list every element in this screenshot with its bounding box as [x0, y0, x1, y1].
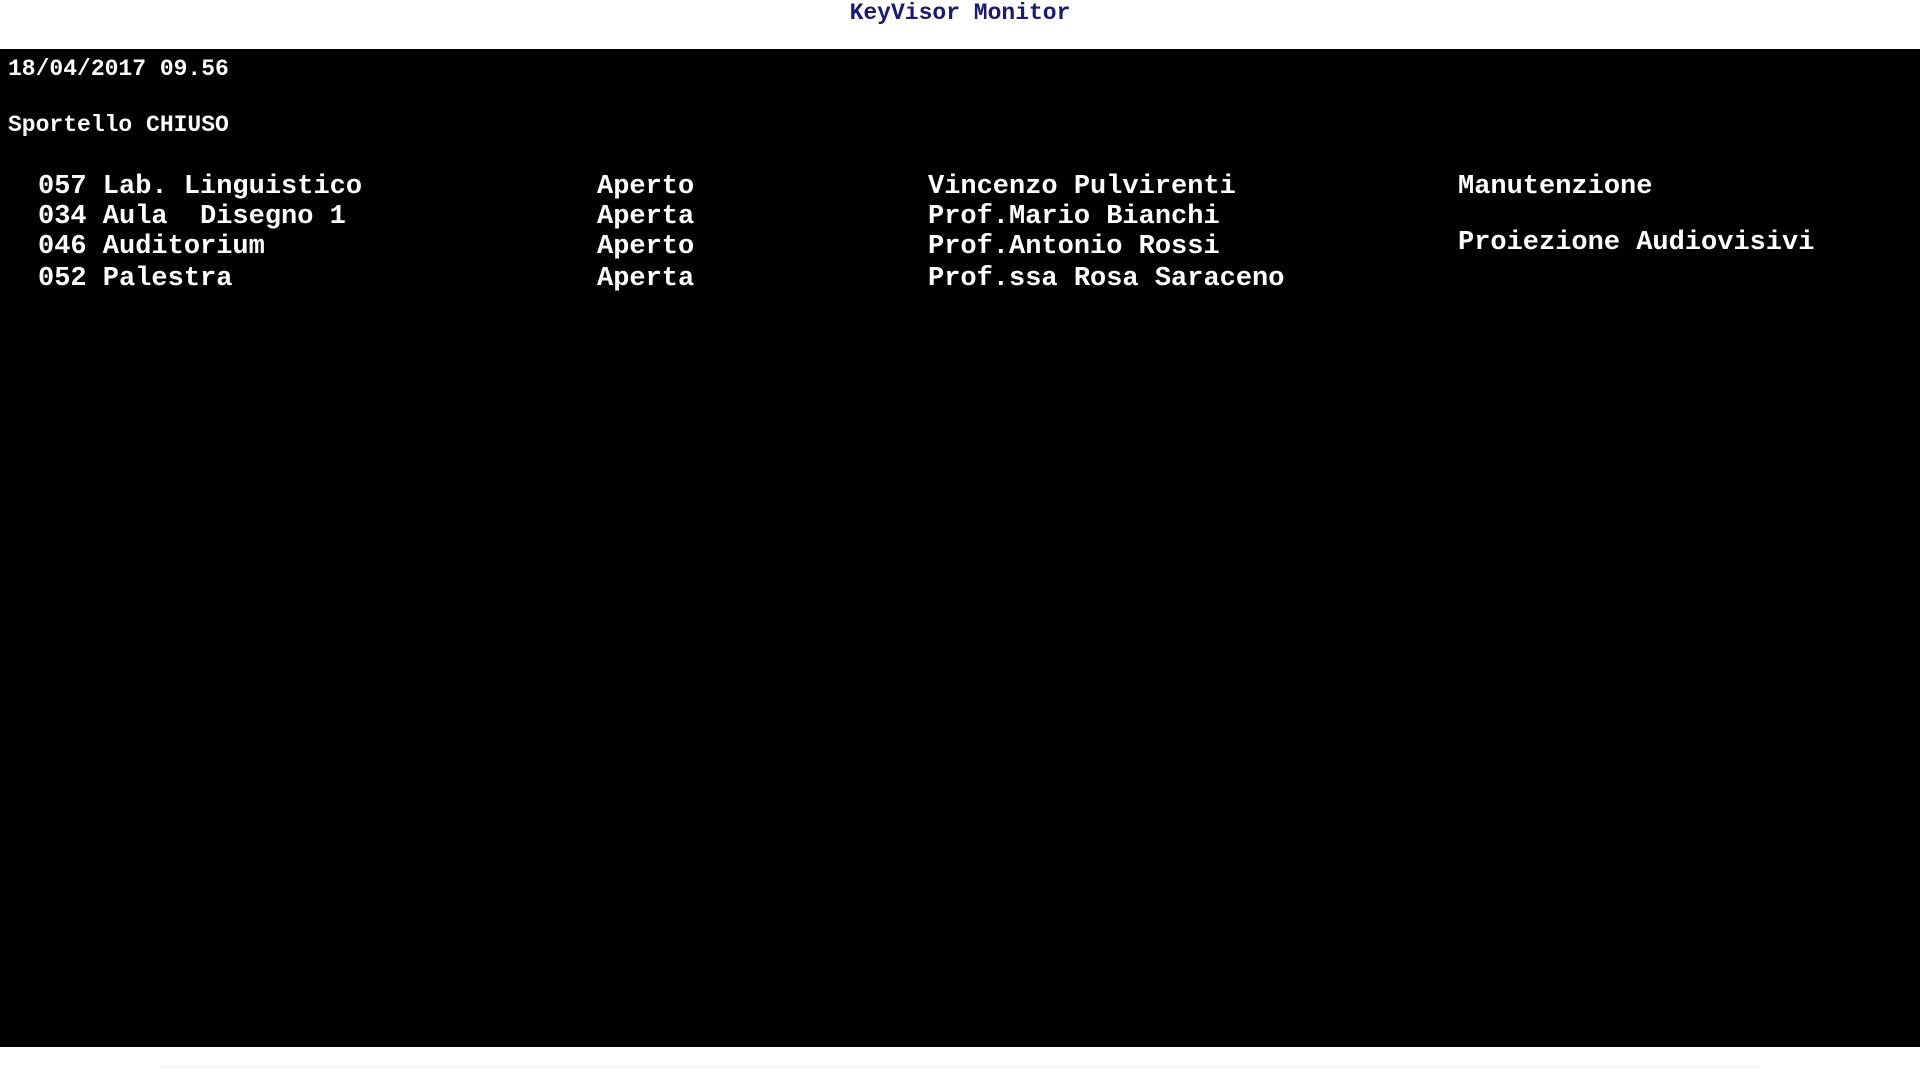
room-name: 052 Palestra: [38, 264, 233, 294]
room-row: 046 Auditorium Aperto Prof.Antonio Rossi…: [0, 228, 1920, 263]
window-title: KeyVisor Monitor: [849, 0, 1071, 26]
divider: [160, 1066, 1760, 1067]
room-state: Aperta: [597, 264, 695, 294]
room-name: 046 Auditorium: [38, 232, 265, 262]
room-state: Aperto: [597, 232, 695, 262]
monitor-screen: 18/04/2017 09.56 Sportello CHIUSO 057 La…: [0, 49, 1920, 1047]
room-row: 057 Lab. Linguistico Aperto Vincenzo Pul…: [0, 172, 1920, 203]
room-person: Prof.ssa Rosa Saraceno: [928, 264, 1285, 294]
room-person: Vincenzo Pulvirenti: [928, 172, 1236, 202]
bottom-strip: [0, 1047, 1920, 1080]
room-note: Manutenzione: [1458, 172, 1653, 202]
desk-status: Sportello CHIUSO: [8, 112, 229, 138]
room-person: Prof.Antonio Rossi: [928, 232, 1220, 262]
room-name: 034 Aula Disegno 1: [38, 202, 346, 232]
room-name: 057 Lab. Linguistico: [38, 172, 363, 202]
room-state: Aperto: [597, 172, 695, 202]
title-bar: KeyVisor Monitor: [0, 0, 1920, 49]
room-person: Prof.Mario Bianchi: [928, 202, 1220, 232]
room-row: 052 Palestra Aperta Prof.ssa Rosa Sarace…: [0, 264, 1920, 295]
datetime-display: 18/04/2017 09.56: [8, 56, 229, 82]
room-note: Proiezione Audiovisivi: [1458, 228, 1815, 258]
room-state: Aperta: [597, 202, 695, 232]
